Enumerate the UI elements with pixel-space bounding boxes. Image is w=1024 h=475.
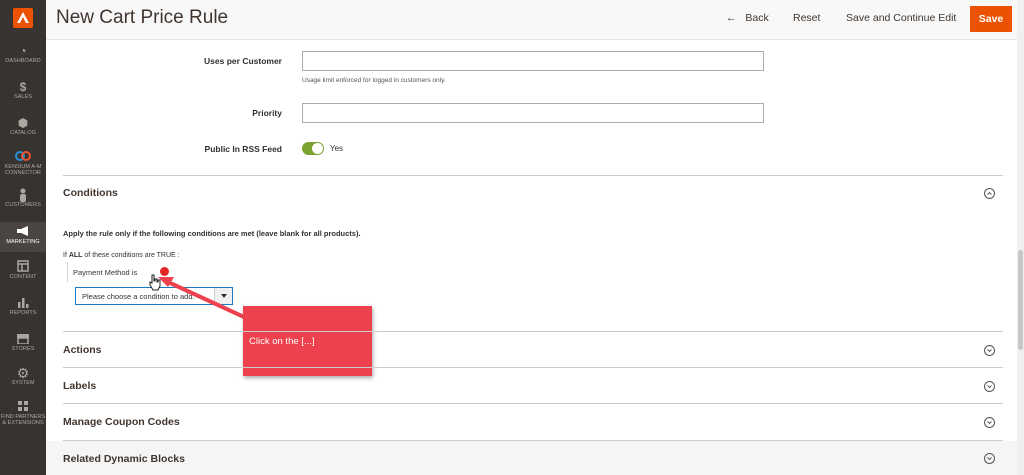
- extensions-icon: [0, 400, 46, 414]
- dollar-icon: $: [19, 80, 27, 94]
- labels-section-header[interactable]: Labels: [63, 367, 1003, 403]
- chevron-up-icon[interactable]: [984, 188, 995, 199]
- payment-method-condition: Payment Method is: [73, 268, 138, 277]
- main-content: Uses per Customer Usage limit enforced f…: [46, 41, 1024, 475]
- page-header: New Cart Price Rule ← Back Reset Save an…: [46, 0, 1024, 40]
- uses-per-customer-input[interactable]: [302, 51, 764, 71]
- sidebar-item-stores[interactable]: STORES: [0, 332, 46, 358]
- sidebar-item-label: REPORTS: [9, 310, 37, 316]
- sidebar-item-label: DASHBOARD: [5, 58, 41, 64]
- actions-section-header[interactable]: Actions: [63, 331, 1003, 367]
- conditions-section-header[interactable]: Conditions: [63, 175, 1003, 209]
- sidebar-item-catalog[interactable]: ⬢ CATALOG: [0, 116, 46, 142]
- add-condition-select-value: Please choose a condition to add.: [82, 292, 195, 301]
- conditions-title: Conditions: [63, 187, 118, 199]
- sidebar-item-kensium-connector[interactable]: KENSIUM A-M CONNECTOR: [0, 150, 46, 182]
- uses-per-customer-note: Usage limit enforced for logged in custo…: [302, 77, 446, 84]
- rss-feed-label: Public In RSS Feed: [204, 144, 282, 154]
- priority-label: Priority: [252, 108, 282, 118]
- magento-logo[interactable]: [13, 8, 33, 28]
- sidebar-item-label: STORES: [11, 346, 35, 352]
- sidebar-item-content[interactable]: CONTENT: [0, 260, 46, 286]
- priority-input[interactable]: [302, 103, 764, 123]
- chevron-down-icon[interactable]: [984, 453, 995, 464]
- megaphone-icon: [0, 225, 46, 239]
- coupon-codes-section-header[interactable]: Manage Coupon Codes: [63, 403, 1003, 439]
- chevron-down-icon[interactable]: [984, 417, 995, 428]
- sidebar-item-dashboard[interactable]: ◔ DASHBOARD: [0, 44, 46, 70]
- rss-feed-value: Yes: [330, 144, 344, 153]
- sidebar-item-marketing[interactable]: MARKETING: [0, 222, 46, 252]
- conditions-aggregator: If ALL of these conditions are TRUE :: [63, 252, 180, 259]
- back-button-label: Back: [745, 12, 769, 24]
- reset-button[interactable]: Reset: [793, 12, 820, 24]
- sidebar-item-label: CUSTOMERS: [5, 202, 41, 208]
- dashboard-icon: ◔: [19, 44, 27, 58]
- related-dynamic-blocks-section-header[interactable]: Related Dynamic Blocks: [63, 440, 1003, 474]
- bar-chart-icon: [0, 296, 46, 310]
- if-prefix: If: [63, 252, 67, 259]
- page-scrollbar[interactable]: [1017, 0, 1024, 475]
- sidebar-item-reports[interactable]: REPORTS: [0, 296, 46, 322]
- sidebar-item-label: CATALOG: [10, 130, 36, 136]
- chevron-down-icon[interactable]: [984, 345, 995, 356]
- arrow-left-icon: ←: [726, 12, 737, 24]
- coupon-codes-title: Manage Coupon Codes: [63, 416, 180, 428]
- sidebar-item-sales[interactable]: $ SALES: [0, 80, 46, 106]
- sidebar-item-system[interactable]: ⚙ SYSTEM: [0, 366, 46, 392]
- sidebar-item-label-line2: & EXTENSIONS: [2, 420, 44, 426]
- conditions-description: Apply the rule only if the following con…: [63, 229, 361, 238]
- sidebar-item-label: CONTENT: [9, 274, 37, 280]
- sidebar-item-label: MARKETING: [6, 239, 40, 245]
- back-button[interactable]: ← Back: [726, 12, 769, 24]
- page-title: New Cart Price Rule: [56, 7, 229, 28]
- sidebar-item-label: SYSTEM: [11, 380, 35, 386]
- scrollbar-thumb[interactable]: [1018, 250, 1023, 350]
- actions-title: Actions: [63, 344, 102, 356]
- labels-title: Labels: [63, 380, 97, 392]
- uses-per-customer-label: Uses per Customer: [204, 56, 282, 66]
- admin-sidebar: ◔ DASHBOARD $ SALES ⬢ CATALOG KENSIUM A-…: [0, 0, 46, 475]
- save-button[interactable]: Save: [970, 6, 1012, 32]
- rss-feed-toggle[interactable]: [302, 142, 324, 155]
- related-dynamic-blocks-title: Related Dynamic Blocks: [63, 453, 185, 465]
- person-icon: [0, 188, 46, 202]
- if-suffix: of these conditions are TRUE :: [84, 252, 180, 259]
- sidebar-item-customers[interactable]: CUSTOMERS: [0, 188, 46, 214]
- hand-cursor-icon: [148, 274, 162, 297]
- sidebar-item-label: SALES: [13, 94, 33, 100]
- condition-tree-line: [67, 262, 68, 282]
- connector-icon: [0, 150, 46, 164]
- chevron-down-icon: [214, 288, 232, 304]
- sidebar-item-label-line2: CONNECTOR: [5, 170, 41, 176]
- layout-icon: [0, 260, 46, 274]
- store-icon: [0, 332, 46, 346]
- aggregator-all-link[interactable]: ALL: [69, 252, 83, 259]
- chevron-down-icon[interactable]: [984, 381, 995, 392]
- sidebar-item-find-partners[interactable]: FIND PARTNERS & EXTENSIONS: [0, 400, 46, 434]
- box-icon: ⬢: [17, 116, 29, 130]
- save-and-continue-button[interactable]: Save and Continue Edit: [846, 12, 956, 24]
- gear-icon: ⚙: [16, 365, 30, 381]
